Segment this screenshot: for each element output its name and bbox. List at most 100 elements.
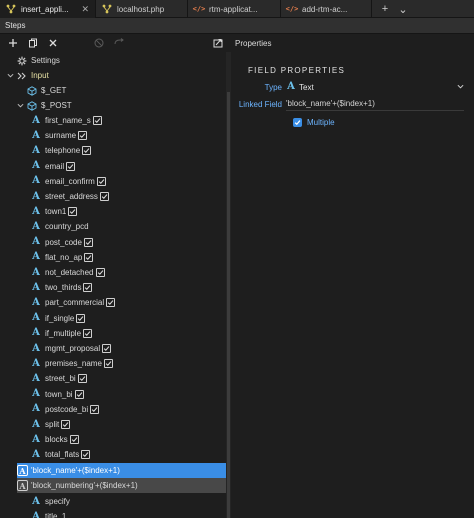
checkbox-icon[interactable]	[77, 374, 87, 384]
checkbox-icon[interactable]	[92, 116, 102, 125]
checkbox-icon[interactable]	[82, 146, 92, 156]
tree-item-field[interactable]: Afirst_name_s	[0, 113, 226, 128]
type-label: Type	[264, 82, 282, 92]
checkbox-icon[interactable]	[66, 161, 76, 171]
checkbox-icon[interactable]	[78, 131, 88, 141]
multiple-checkbox[interactable]	[293, 117, 302, 127]
redirect-icon[interactable]	[112, 36, 126, 50]
disable-icon[interactable]	[92, 36, 106, 50]
tree-item-field[interactable]: Acountry_pcd	[0, 219, 226, 234]
section-title: FIELD PROPERTIES	[248, 66, 346, 75]
tab-add-rtm[interactable]: </> add-rtm-ac...	[281, 0, 372, 18]
checkbox-icon[interactable]	[83, 237, 93, 247]
checkbox-icon[interactable]	[96, 176, 106, 186]
checkbox-icon[interactable]	[102, 344, 112, 353]
multiple-label: Multiple	[307, 117, 335, 127]
tree-item-field[interactable]: Atitle_1	[0, 509, 226, 518]
add-tab-button[interactable]: +	[376, 0, 394, 18]
tree-item-field[interactable]: Asurname	[0, 128, 226, 143]
linked-field-label: Linked Field	[238, 99, 282, 109]
chevron-down-icon[interactable]	[6, 72, 14, 79]
tree-label: postcode_bi	[45, 404, 89, 414]
tree-label: telephone	[45, 146, 81, 156]
text-field-icon: A	[32, 312, 40, 324]
tree-item-field[interactable]: Apost_code	[0, 235, 226, 250]
checkbox-icon[interactable]	[69, 435, 79, 445]
copy-icon[interactable]	[26, 36, 40, 50]
chevron-down-icon[interactable]	[457, 83, 464, 92]
tree-item-field[interactable]: Atown1	[0, 204, 226, 219]
tree-item-input[interactable]: Input	[0, 68, 226, 83]
checkbox-icon[interactable]	[83, 283, 93, 293]
add-icon[interactable]	[6, 36, 20, 50]
checkbox-icon[interactable]	[61, 420, 71, 429]
cube-icon	[27, 85, 37, 96]
tree-item-block-numbering[interactable]: A 'block_numbering'+($index+1)	[17, 478, 226, 493]
tree-label: mgmt_proposal	[45, 344, 101, 353]
tree-item-field[interactable]: Anot_detached	[0, 265, 226, 280]
checkbox-icon[interactable]	[81, 450, 91, 460]
close-icon[interactable]: ✕	[81, 4, 89, 15]
export-icon[interactable]	[211, 36, 225, 50]
checkbox-icon[interactable]	[106, 298, 116, 308]
tab-insert-application[interactable]: insert_appli... ✕	[0, 0, 96, 18]
tree-label: town_bi	[45, 389, 73, 399]
text-field-icon: A	[32, 448, 40, 460]
tab-rtm-application[interactable]: </> rtm-applicat...	[188, 0, 281, 18]
tree-item-field[interactable]: Aspecify	[0, 494, 226, 509]
tree-label: email_confirm	[45, 176, 95, 186]
multiple-row: Multiple	[231, 115, 474, 129]
tree-item-field[interactable]: Astreet_address	[0, 189, 226, 204]
tree-item-field[interactable]: Atown_bi	[0, 387, 226, 402]
properties-panel: FIELD PROPERTIES Type A Text Linked Fiel…	[231, 52, 474, 518]
tree-item-get[interactable]: $_GET	[0, 83, 226, 98]
tree-item-field[interactable]: Aemail	[0, 159, 226, 174]
tree-label: blocks	[45, 435, 68, 445]
delete-icon[interactable]	[46, 36, 60, 50]
tree-item-field[interactable]: Amgmt_proposal	[0, 341, 226, 356]
tree-item-field[interactable]: Apostcode_bi	[0, 402, 226, 417]
tab-label: rtm-applicat...	[209, 4, 258, 14]
type-row: Type A Text	[231, 80, 474, 94]
tree-item-field[interactable]: Atotal_flats	[0, 447, 226, 462]
text-field-icon: A	[32, 129, 40, 141]
tree-item-field[interactable]: Aflat_no_ap	[0, 250, 226, 265]
tree-item-field[interactable]: Atelephone	[0, 143, 226, 158]
checkbox-icon[interactable]	[76, 313, 86, 323]
checkbox-icon[interactable]	[68, 207, 78, 217]
chevron-down-icon[interactable]	[16, 102, 24, 109]
text-field-icon: A	[32, 510, 40, 518]
tree-item-field[interactable]: Aif_single	[0, 311, 226, 326]
tree-item-field[interactable]: Apart_commercial	[0, 295, 226, 310]
tree-item-block-name[interactable]: A 'block_name'+($index+1)	[17, 463, 226, 478]
text-field-icon: A	[32, 160, 40, 172]
text-field-icon: A	[32, 327, 40, 339]
tree-label: two_thirds	[45, 283, 82, 293]
tree-label: street_bi	[45, 374, 76, 384]
tree-item-field[interactable]: Atwo_thirds	[0, 280, 226, 295]
tree-item-field[interactable]: Asplit	[0, 417, 226, 432]
tree-item-settings[interactable]: Settings	[0, 53, 226, 68]
tree-item-field[interactable]: Astreet_bi	[0, 371, 226, 386]
tree-item-post[interactable]: $_POST	[0, 98, 226, 113]
checkbox-icon[interactable]	[74, 389, 84, 399]
flow-icon	[6, 4, 16, 14]
tree-label: Input	[31, 71, 49, 80]
type-select[interactable]: A Text	[286, 82, 474, 92]
tree-item-field[interactable]: Aemail_confirm	[0, 174, 226, 189]
tree-item-field[interactable]: Ablocks	[0, 432, 226, 447]
linked-field-input[interactable]: 'block_name'+($index+1)	[286, 98, 464, 111]
checkbox-icon[interactable]	[103, 359, 113, 369]
tree-item-field[interactable]: Apremises_name	[0, 356, 226, 371]
checkbox-icon[interactable]	[99, 192, 109, 201]
code-icon: </>	[285, 5, 299, 13]
scrollbar-track[interactable]	[227, 92, 230, 518]
tab-localhost[interactable]: localhost.php	[96, 0, 188, 18]
tree-item-field[interactable]: Aif_multiple	[0, 326, 226, 341]
checkbox-icon[interactable]	[83, 328, 93, 338]
tab-menu-button[interactable]: ⌄	[394, 0, 412, 18]
checkbox-icon[interactable]	[95, 268, 105, 277]
checkbox-icon[interactable]	[84, 252, 94, 262]
checkbox-icon[interactable]	[90, 404, 100, 414]
tree-label: town1	[45, 207, 67, 217]
